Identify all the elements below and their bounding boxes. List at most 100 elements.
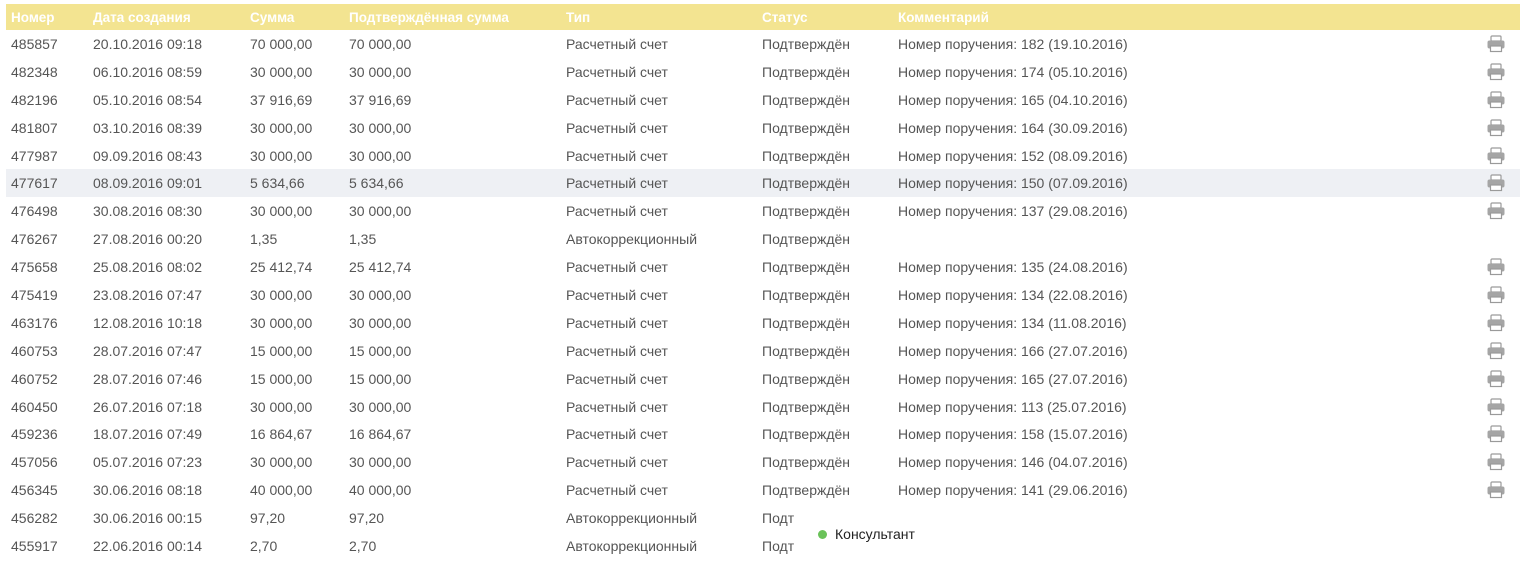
cell-type: Расчетный счет — [566, 203, 668, 220]
column-header-status[interactable]: Статус — [762, 10, 808, 25]
table-row[interactable]: 455917 22.06.2016 00:14 2,70 2,70 Автокоррек… — [6, 532, 1520, 560]
printer-icon[interactable] — [1486, 91, 1506, 109]
cell-sum: 30 000,00 — [250, 286, 313, 303]
cell-comment: Номер поручения: 152 (08.09.2016) — [898, 147, 1128, 164]
printer-icon[interactable] — [1486, 119, 1506, 137]
cell-status: Подтверждён — [762, 91, 851, 108]
cell-created-date: 30.06.2016 08:18 — [93, 482, 202, 499]
printer-icon[interactable] — [1486, 342, 1506, 360]
table-row[interactable]: 476498 30.08.2016 08:30 30 000,00 30 000,00… — [6, 197, 1520, 225]
table-row[interactable]: 477987 09.09.2016 08:43 30 000,00 30 000,00… — [6, 142, 1520, 170]
cell-sum: 1,35 — [250, 231, 278, 248]
printer-icon[interactable] — [1486, 146, 1506, 165]
table-header: Номер Дата создания Сумма Подтверждённая… — [6, 4, 1520, 30]
cell-created-date: 18.07.2016 07:49 — [93, 426, 202, 443]
column-header-confirmed-sum[interactable]: Подтверждённая сумма — [349, 10, 509, 25]
cell-number: 460753 — [11, 342, 58, 359]
cell-comment: Номер поручения: 134 (11.08.2016) — [898, 314, 1127, 331]
cell-status: Подтверждён — [762, 286, 851, 303]
table-row[interactable]: 481807 03.10.2016 08:39 30 000,00 30 000,00… — [6, 114, 1520, 142]
printer-icon[interactable] — [1486, 425, 1506, 443]
cell-sum: 30 000,00 — [250, 63, 313, 80]
cell-comment: Номер поручения: 166 (27.07.2016) — [898, 342, 1128, 359]
cell-type: Расчетный счет — [566, 426, 668, 443]
printer-icon[interactable] — [1486, 370, 1506, 388]
cell-comment: Номер поручения: 135 (24.08.2016) — [898, 259, 1128, 276]
cell-type: Расчетный счет — [566, 398, 668, 415]
cell-number: 460450 — [11, 398, 58, 415]
printer-icon[interactable] — [1486, 63, 1506, 81]
table-row[interactable]: 482196 05.10.2016 08:54 37 916,69 37 916,69… — [6, 86, 1520, 114]
table-row[interactable]: 460753 28.07.2016 07:47 15 000,00 15 000,00… — [6, 337, 1520, 365]
printer-icon[interactable] — [1486, 174, 1506, 192]
cell-comment: Номер поручения: 150 (07.09.2016) — [898, 175, 1128, 192]
cell-created-date: 05.10.2016 08:54 — [93, 91, 202, 108]
cell-sum: 30 000,00 — [250, 314, 313, 331]
cell-comment: Номер поручения: 141 (29.06.2016) — [898, 482, 1128, 499]
cell-created-date: 05.07.2016 07:23 — [93, 454, 202, 471]
column-header-number[interactable]: Номер — [11, 10, 55, 25]
cell-sum: 2,70 — [250, 537, 278, 554]
printer-icon[interactable] — [1486, 35, 1506, 53]
consultant-chat-button[interactable]: Консультант — [806, 522, 929, 546]
cell-sum: 30 000,00 — [250, 203, 313, 220]
printer-icon[interactable] — [1486, 286, 1506, 304]
column-header-type[interactable]: Тип — [566, 10, 590, 25]
cell-created-date: 09.09.2016 08:43 — [93, 147, 202, 164]
cell-sum: 97,20 — [250, 510, 286, 527]
cell-status: Подтверждён — [762, 370, 851, 387]
table-row[interactable]: 475658 25.08.2016 08:02 25 412,74 25 412,74… — [6, 253, 1520, 281]
table-row[interactable]: 456345 30.06.2016 08:18 40 000,00 40 000,00… — [6, 476, 1520, 504]
printer-icon[interactable] — [1486, 481, 1506, 499]
cell-status: Подтверждён — [762, 454, 851, 471]
cell-type: Расчетный счет — [566, 286, 668, 303]
cell-comment: Номер поручения: 164 (30.09.2016) — [898, 119, 1128, 136]
printer-icon[interactable] — [1486, 453, 1506, 471]
column-header-sum[interactable]: Сумма — [250, 10, 294, 25]
cell-comment: Номер поручения: 134 (22.08.2016) — [898, 286, 1128, 303]
table-row[interactable]: 460752 28.07.2016 07:46 15 000,00 15 000,00… — [6, 365, 1520, 393]
table-row[interactable]: 476267 27.08.2016 00:20 1,35 1,35 Автокоррек… — [6, 225, 1520, 253]
cell-type: Расчетный счет — [566, 91, 668, 108]
cell-comment: Номер поручения: 165 (27.07.2016) — [898, 370, 1128, 387]
printer-icon[interactable] — [1486, 397, 1506, 416]
cell-status: Подтверждён — [762, 63, 851, 80]
cell-created-date: 26.07.2016 07:18 — [93, 398, 202, 415]
table-row[interactable]: 459236 18.07.2016 07:49 16 864,67 16 864,67… — [6, 420, 1520, 448]
cell-comment: Номер поручения: 146 (04.07.2016) — [898, 454, 1128, 471]
cell-number: 475658 — [11, 259, 58, 276]
online-status-dot — [818, 529, 827, 539]
cell-number: 475419 — [11, 286, 58, 303]
printer-icon[interactable] — [1486, 258, 1506, 276]
cell-sum: 5 634,66 — [250, 175, 305, 192]
cell-type: Расчетный счет — [566, 147, 668, 164]
cell-number: 455917 — [11, 537, 58, 554]
cell-sum: 40 000,00 — [250, 482, 313, 499]
cell-number: 482348 — [11, 63, 58, 80]
column-header-comment[interactable]: Комментарий — [898, 10, 989, 25]
table-row[interactable]: 475419 23.08.2016 07:47 30 000,00 30 000,00… — [6, 281, 1520, 309]
cell-confirmed-sum: 30 000,00 — [349, 398, 412, 415]
cell-type: Расчетный счет — [566, 454, 668, 471]
cell-comment: Номер поручения: 137 (29.08.2016) — [898, 203, 1128, 220]
table-row[interactable]: 485857 20.10.2016 09:18 70 000,00 70 000,00… — [6, 30, 1520, 58]
payments-table: Номер Дата создания Сумма Подтверждённая… — [6, 4, 1520, 560]
cell-status: Подтверждён — [762, 314, 851, 331]
cell-confirmed-sum: 30 000,00 — [349, 314, 412, 331]
table-row[interactable]: 463176 12.08.2016 10:18 30 000,00 30 000,00… — [6, 309, 1520, 337]
table-row[interactable]: 457056 05.07.2016 07:23 30 000,00 30 000,00… — [6, 448, 1520, 476]
printer-icon[interactable] — [1486, 202, 1506, 220]
cell-status: Подтверждён — [762, 482, 851, 499]
cell-type: Расчетный счет — [566, 35, 668, 52]
cell-status: Подт — [762, 537, 795, 554]
table-row[interactable]: 460450 26.07.2016 07:18 30 000,00 30 000,00… — [6, 393, 1520, 421]
cell-number: 476498 — [11, 203, 58, 220]
cell-status: Подтверждён — [762, 342, 851, 359]
column-header-created-date[interactable]: Дата создания — [93, 10, 191, 25]
cell-confirmed-sum: 16 864,67 — [349, 426, 412, 443]
printer-icon[interactable] — [1486, 314, 1506, 332]
cell-number: 456282 — [11, 510, 58, 527]
table-row[interactable]: 482348 06.10.2016 08:59 30 000,00 30 000,00… — [6, 58, 1520, 86]
table-row[interactable]: 456282 30.06.2016 00:15 97,20 97,20 Автокорр… — [6, 504, 1520, 532]
table-row[interactable]: 477617 08.09.2016 09:01 5 634,66 5 634,66 Ра… — [6, 169, 1520, 198]
